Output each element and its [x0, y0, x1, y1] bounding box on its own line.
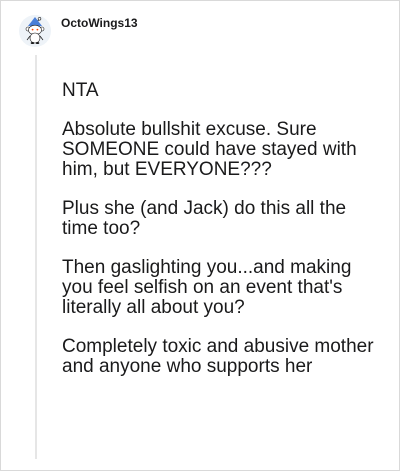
- comment-paragraph: Absolute bullshit excuse. Sure SOMEONE c…: [62, 119, 357, 180]
- comment-card: OctoWings13 NTA Absolute bullshit excuse…: [0, 0, 400, 471]
- snoo-avatar-icon[interactable]: [19, 15, 51, 47]
- comment-paragraph: Completely toxic and abusive mother and …: [62, 336, 374, 377]
- comment-header: OctoWings13: [19, 15, 138, 47]
- comment-body: NTA Absolute bullshit excuse. Sure SOMEO…: [62, 81, 382, 396]
- thread-collapse-line[interactable]: [35, 55, 37, 459]
- comment-paragraph: Plus she (and Jack) do this all the time…: [62, 198, 347, 239]
- comment-paragraph: NTA: [62, 80, 99, 101]
- comment-paragraph: Then gaslighting you...and making you fe…: [62, 257, 352, 318]
- username-link[interactable]: OctoWings13: [61, 16, 138, 30]
